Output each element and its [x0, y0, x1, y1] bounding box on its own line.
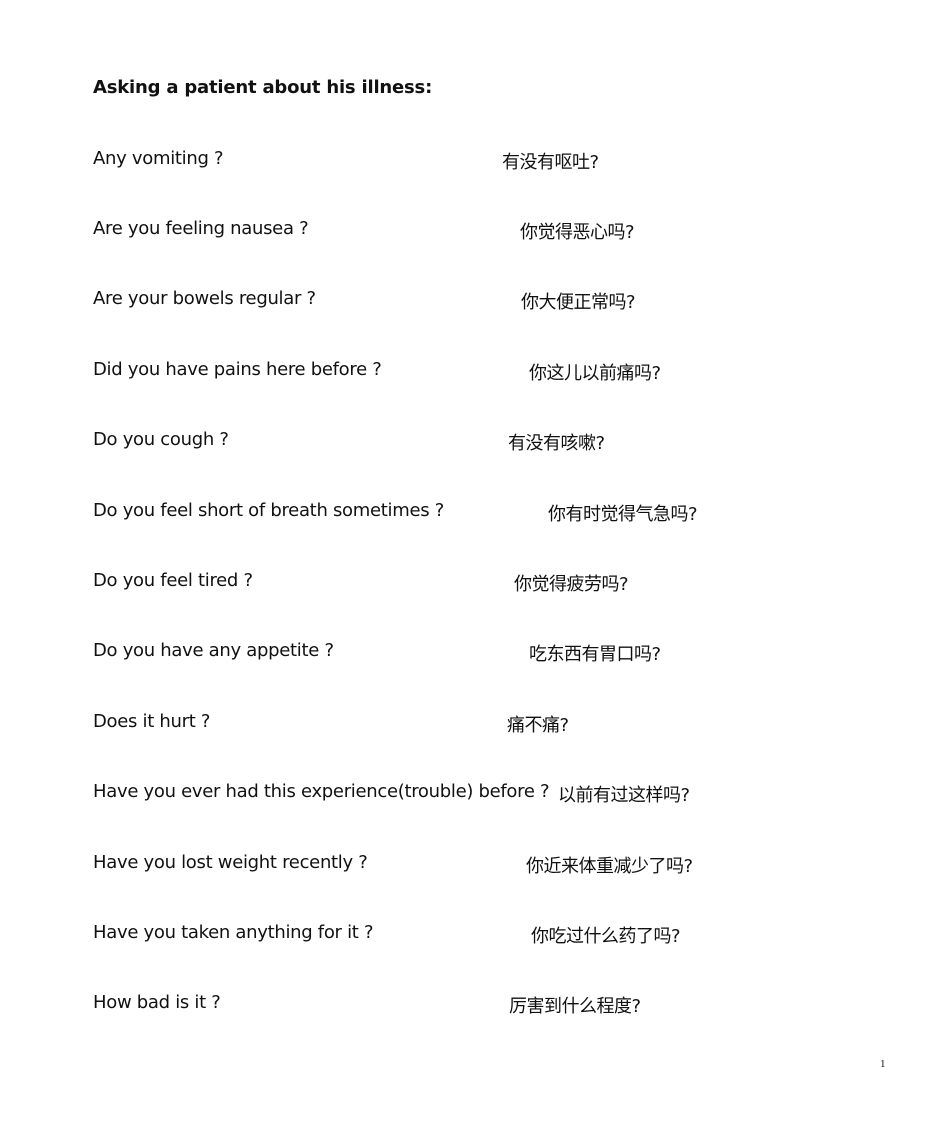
phrase-row: Have you lost weight recently ? 你近来体重减少了… [0, 852, 945, 877]
phrase-row: Have you ever had this experience(troubl… [0, 781, 945, 806]
english-phrase: Do you have any appetite ? [93, 640, 334, 661]
english-phrase: Do you feel tired ? [93, 570, 253, 591]
chinese-phrase: 厉害到什么程度? [509, 996, 641, 1017]
phrase-row: Does it hurt ? 痛不痛? [0, 711, 945, 736]
english-phrase: Do you feel short of breath sometimes ? [93, 500, 444, 521]
english-phrase: Are you feeling nausea ? [93, 218, 309, 239]
english-phrase: Do you cough ? [93, 429, 229, 450]
chinese-phrase: 以前有过这样吗? [558, 785, 690, 806]
phrase-row: Have you taken anything for it ? 你吃过什么药了… [0, 922, 945, 947]
english-phrase: Have you taken anything for it ? [93, 922, 374, 943]
english-phrase: Any vomiting ? [93, 148, 224, 169]
english-phrase: Does it hurt ? [93, 711, 211, 732]
phrase-row: Any vomiting ? 有没有呕吐? [0, 148, 945, 173]
chinese-phrase: 你这儿以前痛吗? [529, 363, 661, 384]
phrase-row: Do you feel tired ? 你觉得疲劳吗? [0, 570, 945, 595]
phrase-row: Are you feeling nausea ? 你觉得恶心吗? [0, 218, 945, 243]
page-title: Asking a patient about his illness: [93, 77, 433, 98]
phrase-row: Do you have any appetite ? 吃东西有胃口吗? [0, 640, 945, 665]
chinese-phrase: 你觉得恶心吗? [520, 222, 635, 243]
english-phrase: Have you ever had this experience(troubl… [93, 781, 550, 802]
english-phrase: Did you have pains here before ? [93, 359, 382, 380]
chinese-phrase: 有没有咳嗽? [508, 433, 605, 454]
english-phrase: Have you lost weight recently ? [93, 852, 368, 873]
phrase-row: Are your bowels regular ? 你大便正常吗? [0, 288, 945, 313]
phrase-row: Did you have pains here before ? 你这儿以前痛吗… [0, 359, 945, 384]
chinese-phrase: 你近来体重减少了吗? [526, 856, 693, 877]
phrase-row: How bad is it ? 厉害到什么程度? [0, 992, 945, 1017]
page-number: 1 [880, 1058, 886, 1070]
english-phrase: How bad is it ? [93, 992, 221, 1013]
phrase-row: Do you cough ? 有没有咳嗽? [0, 429, 945, 454]
chinese-phrase: 痛不痛? [507, 715, 569, 736]
chinese-phrase: 你大便正常吗? [521, 292, 636, 313]
chinese-phrase: 有没有呕吐? [502, 152, 599, 173]
chinese-phrase: 你吃过什么药了吗? [531, 926, 681, 947]
chinese-phrase: 吃东西有胃口吗? [529, 644, 661, 665]
english-phrase: Are your bowels regular ? [93, 288, 316, 309]
chinese-phrase: 你觉得疲劳吗? [514, 574, 629, 595]
chinese-phrase: 你有时觉得气急吗? [548, 504, 698, 525]
phrase-row: Do you feel short of breath sometimes ? … [0, 500, 945, 525]
